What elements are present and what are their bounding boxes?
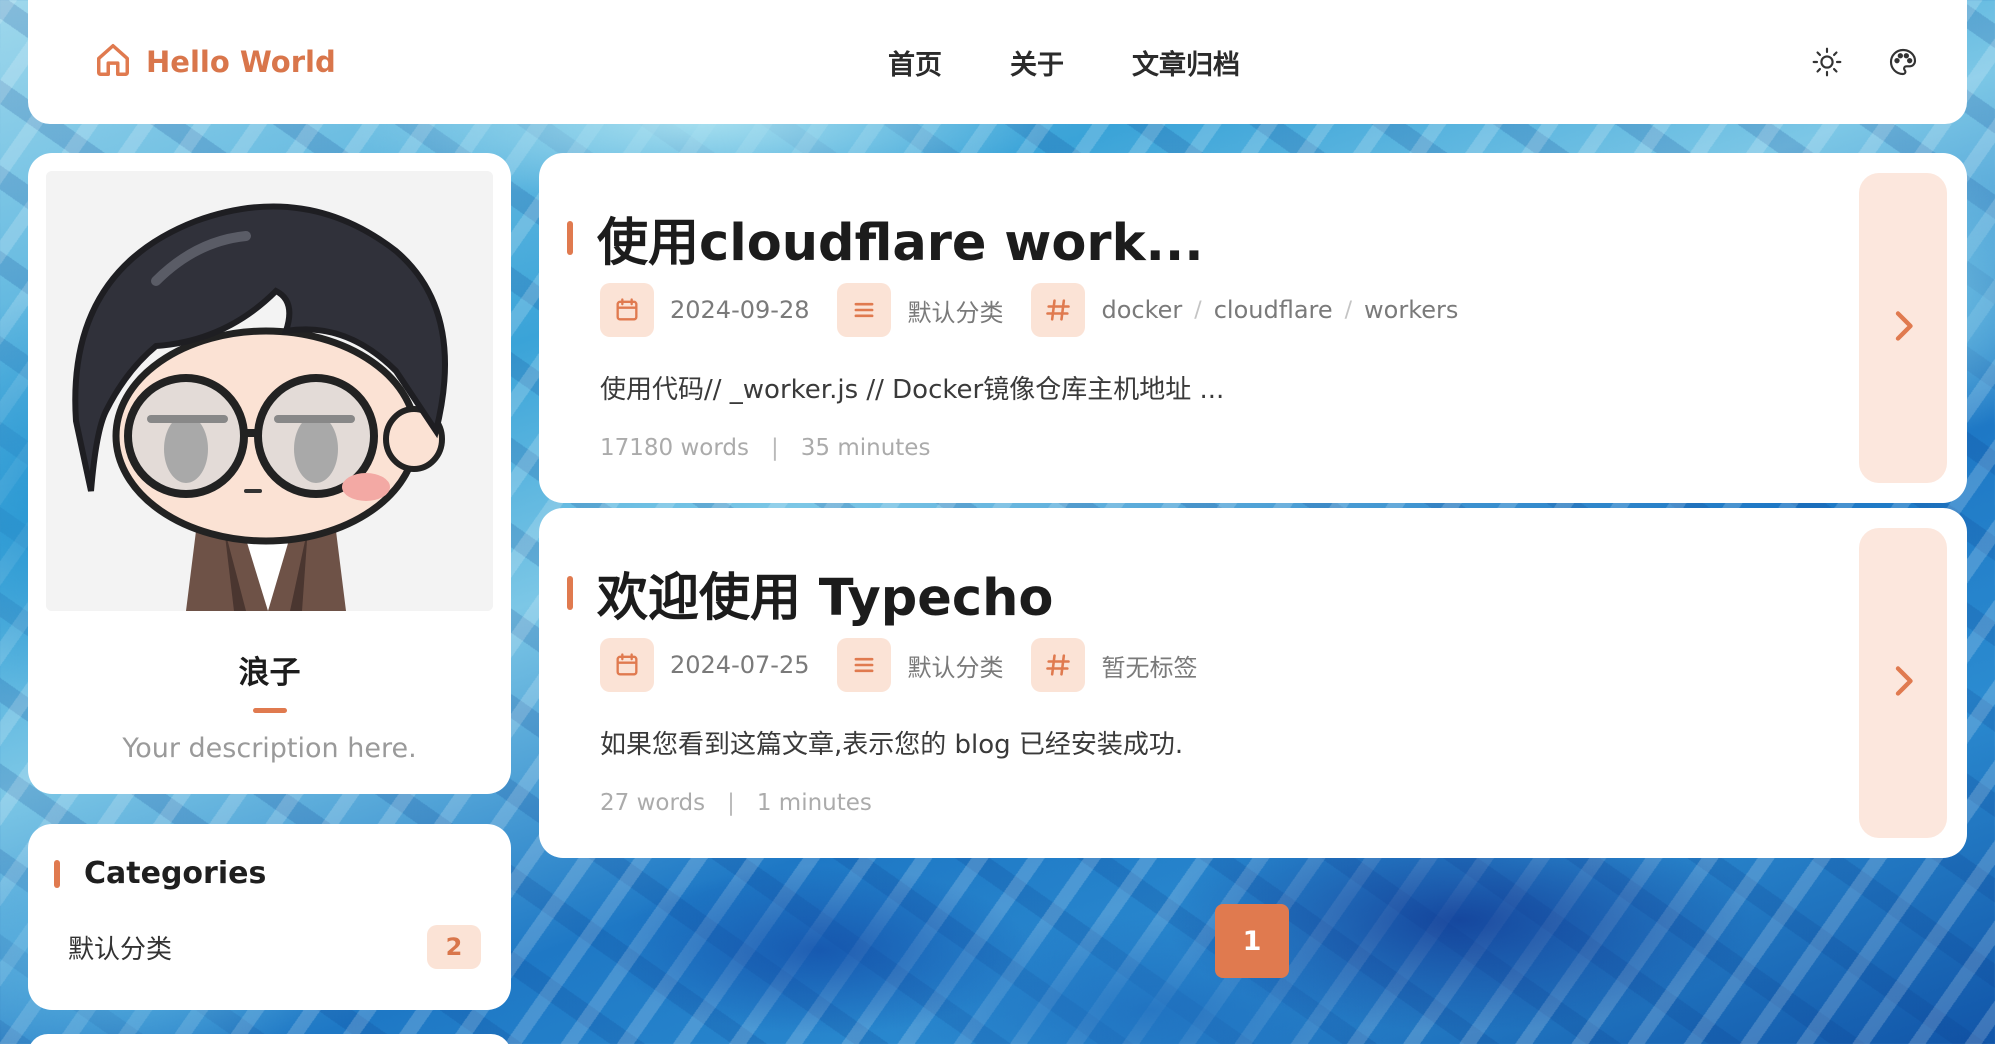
nav-item-home[interactable]: 首页 [888,43,942,82]
hash-icon [1031,638,1086,692]
post-category[interactable]: 默认分类 [907,648,1003,683]
site-header: Hello World 首页 关于 文章归档 [28,0,1967,124]
post-meta: 2024-09-28 默认分类 docker / cloudflare / wo… [600,283,1458,337]
nav-item-about[interactable]: 关于 [1010,43,1064,82]
category-item[interactable]: 默认分类 2 [54,925,481,969]
post-excerpt: 如果您看到这篇文章,表示您的 blog 已经安装成功. [600,730,1184,760]
stats-separator: | [727,790,735,816]
brand-link[interactable]: Hello World [94,41,336,83]
word-count: 17180 words [600,435,749,461]
tag-separator: / [1194,297,1202,323]
nav-item-archive[interactable]: 文章归档 [1132,43,1240,82]
accent-bar [567,576,573,610]
calendar-icon [600,283,654,337]
hash-icon [1031,283,1086,337]
post-title-row: 欢迎使用 Typecho [567,556,1053,630]
post-title-row: 使用cloudflare work... [567,201,1204,275]
name-underline [252,708,287,713]
accent-bar [54,859,60,888]
header-tools [1809,0,1921,124]
post-stats: 17180 words | 35 minutes [600,435,930,461]
palette-icon[interactable] [1885,44,1921,80]
calendar-icon [600,638,654,692]
avatar [46,171,493,611]
post-tag[interactable]: workers [1364,296,1458,324]
profile-description: Your description here. [122,733,417,764]
categories-card: Categories 默认分类 2 [28,824,511,1010]
read-time: 1 minutes [756,790,872,816]
read-time: 35 minutes [800,435,931,461]
tag-separator: / [1344,297,1353,323]
accent-bar [567,221,573,255]
post-excerpt: 使用代码// _worker.js // Docker镜像仓库主机地址 ... [600,375,1225,405]
word-count: 27 words [600,790,706,816]
post-tag[interactable]: docker [1101,296,1182,324]
category-icon [837,638,892,692]
post-meta: 2024-07-25 默认分类 暂无标签 [600,638,1197,692]
post-card: 欢迎使用 Typecho 2024-07-25 默认分类 暂无标签 如果您看到这… [539,508,1967,858]
post-tag: 暂无标签 [1101,653,1198,682]
post-title[interactable]: 使用cloudflare work... [597,201,1204,275]
categories-title: Categories [84,856,267,891]
category-count-badge: 2 [427,925,481,969]
home-icon [94,41,132,83]
chevron-right-icon [1888,306,1918,350]
category-name[interactable]: 默认分类 [68,929,172,966]
categories-header: Categories [54,856,481,891]
main-nav: 首页 关于 文章归档 [888,0,1240,124]
post-date: 2024-09-28 [670,296,810,324]
post-category[interactable]: 默认分类 [907,293,1003,328]
post-tag[interactable]: cloudflare [1214,296,1333,324]
profile-card: 浪子 Your description here. [28,153,511,794]
read-more-button[interactable] [1859,173,1947,483]
brand-name: Hello World [146,45,336,79]
post-title[interactable]: 欢迎使用 Typecho [597,556,1053,630]
sun-icon[interactable] [1809,44,1845,80]
chevron-right-icon [1888,661,1918,705]
category-icon [837,283,892,337]
profile-name: 浪子 [238,655,301,691]
read-more-button[interactable] [1859,528,1947,838]
post-card: 使用cloudflare work... 2024-09-28 默认分类 doc… [539,153,1967,503]
sidebar-widget-card [28,1034,511,1044]
stats-separator: | [771,435,779,461]
post-date: 2024-07-25 [670,651,810,679]
pagination-page-1[interactable]: 1 [1215,904,1289,978]
post-stats: 27 words | 1 minutes [600,790,872,816]
